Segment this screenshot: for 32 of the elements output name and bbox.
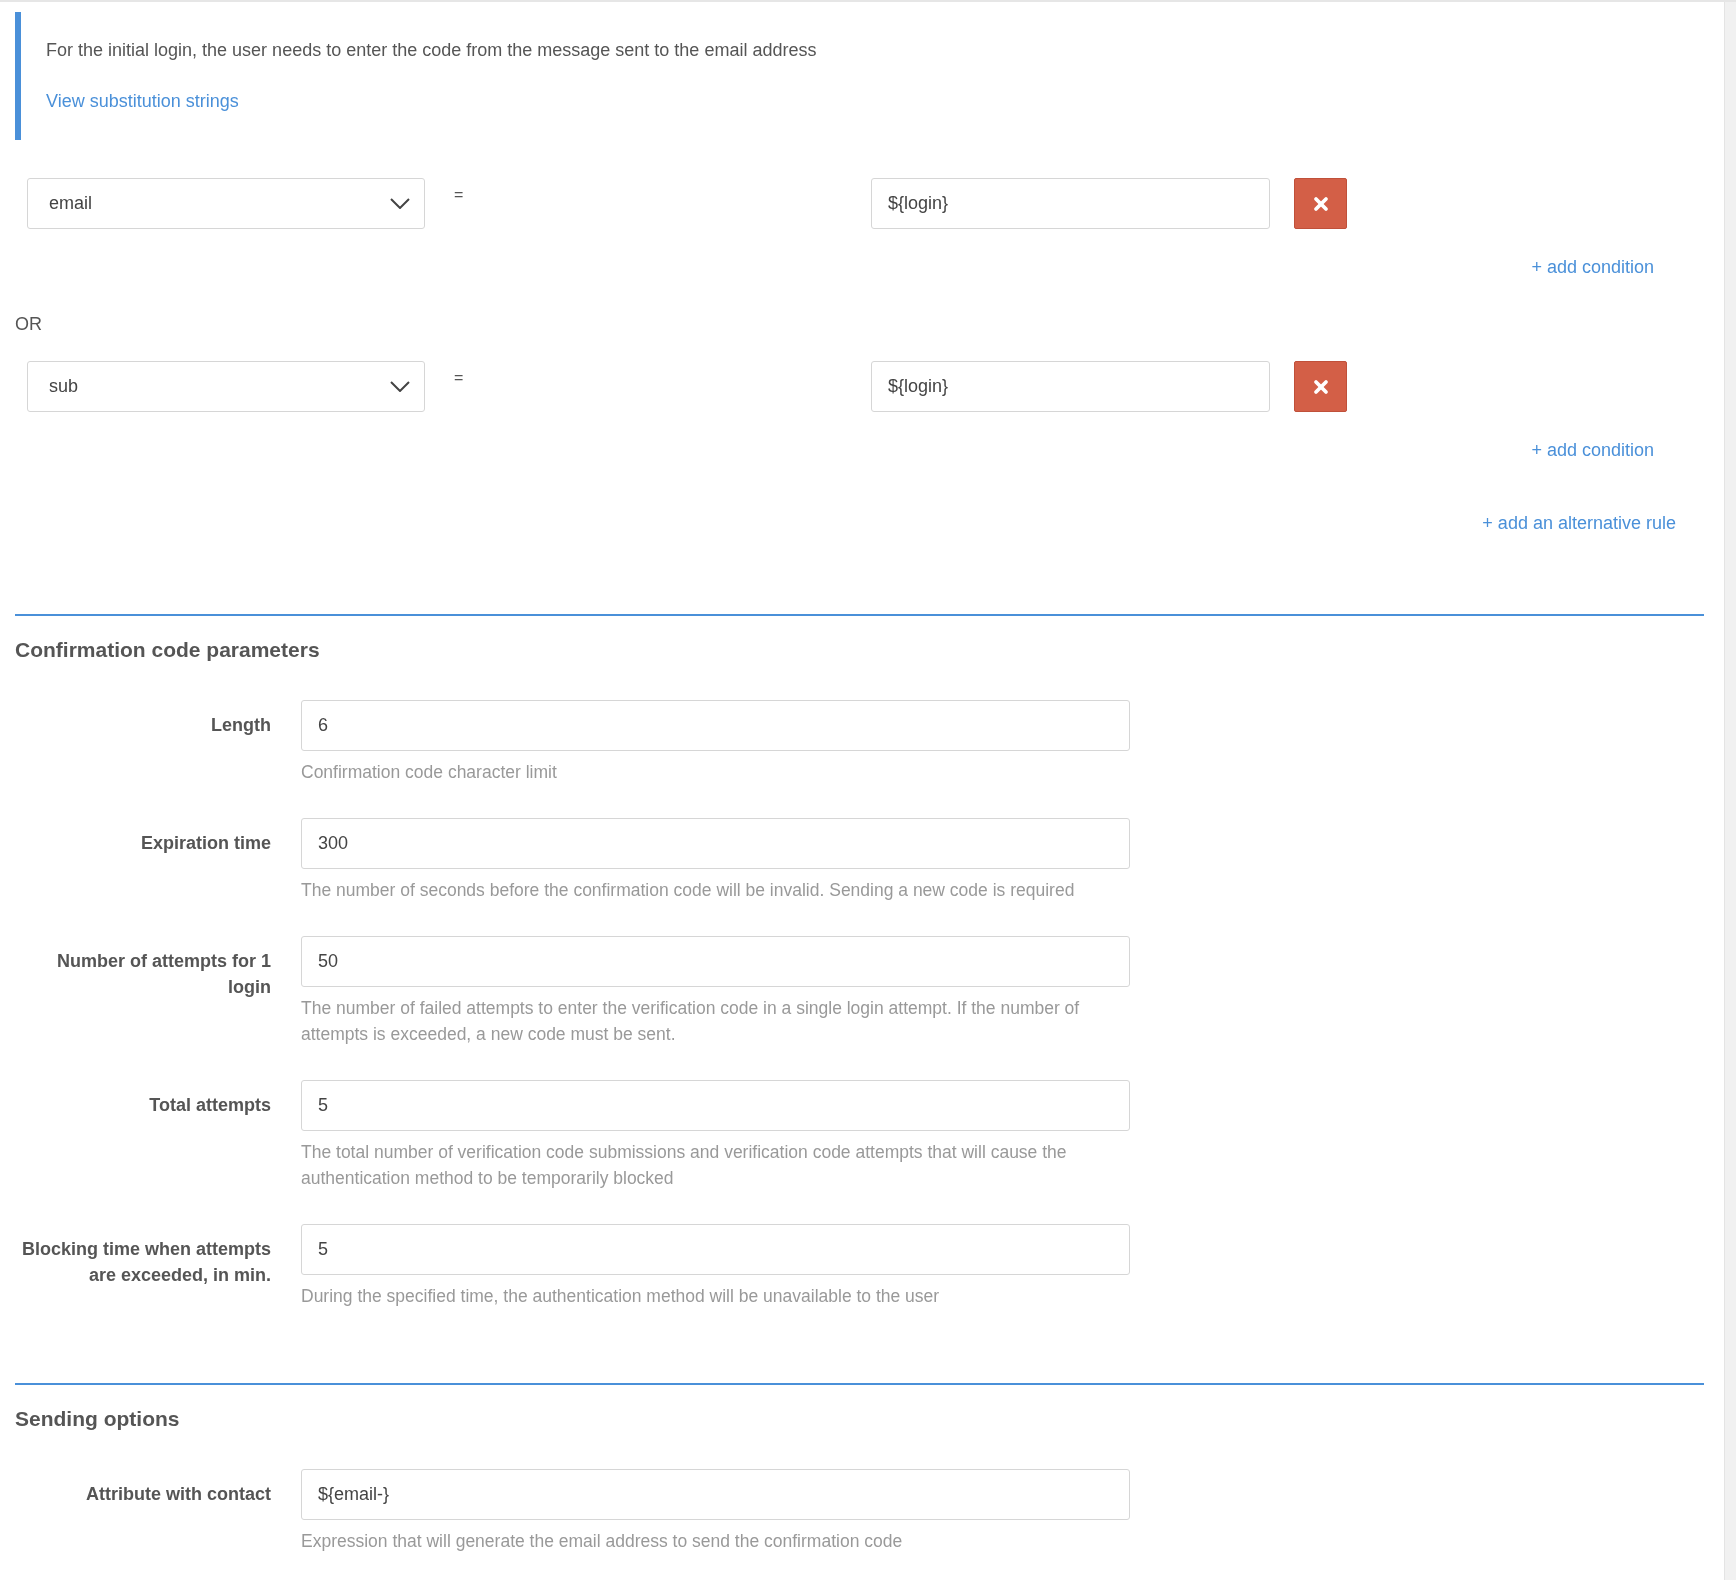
equals-sign: =	[454, 186, 465, 204]
text-input[interactable]: 300	[301, 818, 1130, 869]
value-input[interactable]: ${login}	[871, 361, 1270, 412]
section-title: Sending options	[15, 1407, 181, 1431]
or-label: OR	[15, 314, 43, 335]
help-text: During the specified time, the authentication method will be unavailable to the user	[301, 1285, 941, 1308]
section-title: Confirmation code parameters	[15, 638, 321, 662]
field-label: Number of attempts for 1 login	[55, 950, 271, 999]
chevron-down-icon	[390, 198, 410, 209]
remove-button[interactable]	[1294, 361, 1347, 412]
chevron-down-icon	[390, 381, 410, 392]
field-label: Total attempts	[148, 1094, 271, 1117]
value-input[interactable]: ${login}	[871, 178, 1270, 229]
field-label: Length	[210, 714, 271, 737]
field-select[interactable]: sub	[27, 361, 425, 412]
text-input[interactable]: 50	[301, 936, 1130, 987]
remove-button[interactable]	[1294, 178, 1347, 229]
text-input[interactable]: ${email-}	[301, 1469, 1130, 1520]
info-text: For the initial login, the user needs to enter the code from the message sent to the email address	[46, 40, 817, 61]
equals-sign: =	[454, 369, 465, 387]
text-input[interactable]: 5	[301, 1080, 1130, 1131]
field-select[interactable]: email	[27, 178, 425, 229]
field-label: Blocking time when attempts are exceeded, in min.	[20, 1238, 271, 1287]
field-label: Attribute with contact	[85, 1483, 271, 1506]
help-text: The total number of verification code submissions and verification code attempts that will cause the authentication method to be temporarily blocked	[301, 1141, 1068, 1190]
help-text: Expression that will generate the email address to send the confirmation code	[301, 1530, 904, 1553]
help-text: The number of seconds before the confirmation code will be invalid. Sending a new code is required	[301, 879, 1076, 902]
text-input[interactable]: 6	[301, 700, 1130, 751]
text-input[interactable]: 5	[301, 1224, 1130, 1275]
help-text: The number of failed attempts to enter the verification code in a single login attempt. If the number of attempts is exceeded, a new code must be sent.	[301, 997, 1081, 1046]
help-text: Confirmation code character limit	[301, 761, 558, 784]
field-label: Expiration time	[139, 832, 271, 855]
